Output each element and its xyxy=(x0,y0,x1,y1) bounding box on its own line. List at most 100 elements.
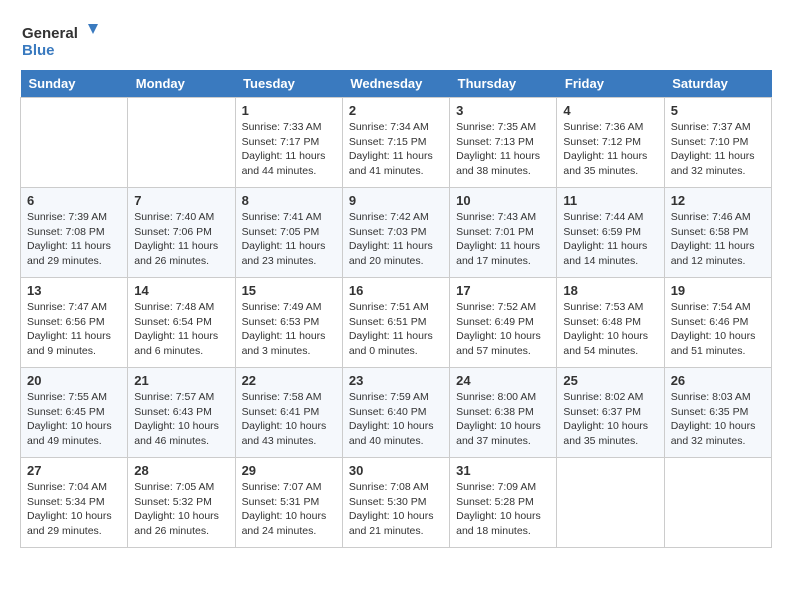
calendar-cell: 19 Sunrise: 7:54 AMSunset: 6:46 PMDayligh… xyxy=(664,278,771,368)
day-number: 11 xyxy=(563,193,657,208)
day-number: 23 xyxy=(349,373,443,388)
cell-info: Sunrise: 7:51 AMSunset: 6:51 PMDaylight:… xyxy=(349,300,443,359)
cell-info: Sunrise: 8:00 AMSunset: 6:38 PMDaylight:… xyxy=(456,390,550,449)
day-number: 14 xyxy=(134,283,228,298)
cell-info: Sunrise: 7:39 AMSunset: 7:08 PMDaylight:… xyxy=(27,210,121,269)
day-number: 8 xyxy=(242,193,336,208)
day-number: 2 xyxy=(349,103,443,118)
header: GeneralBlue xyxy=(20,20,772,60)
day-number: 15 xyxy=(242,283,336,298)
day-number: 29 xyxy=(242,463,336,478)
calendar-cell xyxy=(664,458,771,548)
calendar-cell xyxy=(557,458,664,548)
cell-info: Sunrise: 7:33 AMSunset: 7:17 PMDaylight:… xyxy=(242,120,336,179)
day-number: 5 xyxy=(671,103,765,118)
calendar-cell xyxy=(21,98,128,188)
cell-info: Sunrise: 7:58 AMSunset: 6:41 PMDaylight:… xyxy=(242,390,336,449)
cell-info: Sunrise: 7:53 AMSunset: 6:48 PMDaylight:… xyxy=(563,300,657,359)
calendar-cell: 14 Sunrise: 7:48 AMSunset: 6:54 PMDayligh… xyxy=(128,278,235,368)
cell-info: Sunrise: 7:04 AMSunset: 5:34 PMDaylight:… xyxy=(27,480,121,539)
day-number: 12 xyxy=(671,193,765,208)
cell-info: Sunrise: 7:07 AMSunset: 5:31 PMDaylight:… xyxy=(242,480,336,539)
day-number: 6 xyxy=(27,193,121,208)
cell-info: Sunrise: 7:49 AMSunset: 6:53 PMDaylight:… xyxy=(242,300,336,359)
day-number: 21 xyxy=(134,373,228,388)
col-header-thursday: Thursday xyxy=(450,70,557,98)
cell-info: Sunrise: 7:48 AMSunset: 6:54 PMDaylight:… xyxy=(134,300,228,359)
day-number: 1 xyxy=(242,103,336,118)
calendar-cell: 21 Sunrise: 7:57 AMSunset: 6:43 PMDayligh… xyxy=(128,368,235,458)
cell-info: Sunrise: 7:47 AMSunset: 6:56 PMDaylight:… xyxy=(27,300,121,359)
cell-info: Sunrise: 7:59 AMSunset: 6:40 PMDaylight:… xyxy=(349,390,443,449)
day-number: 3 xyxy=(456,103,550,118)
cell-info: Sunrise: 7:08 AMSunset: 5:30 PMDaylight:… xyxy=(349,480,443,539)
cell-info: Sunrise: 7:35 AMSunset: 7:13 PMDaylight:… xyxy=(456,120,550,179)
svg-text:Blue: Blue xyxy=(22,42,55,59)
calendar-cell: 20 Sunrise: 7:55 AMSunset: 6:45 PMDayligh… xyxy=(21,368,128,458)
day-number: 13 xyxy=(27,283,121,298)
day-number: 25 xyxy=(563,373,657,388)
calendar-cell: 9 Sunrise: 7:42 AMSunset: 7:03 PMDaylight… xyxy=(342,188,449,278)
calendar-cell: 5 Sunrise: 7:37 AMSunset: 7:10 PMDaylight… xyxy=(664,98,771,188)
logo-icon: GeneralBlue xyxy=(20,20,100,60)
calendar-cell: 29 Sunrise: 7:07 AMSunset: 5:31 PMDayligh… xyxy=(235,458,342,548)
calendar-table: SundayMondayTuesdayWednesdayThursdayFrid… xyxy=(20,70,772,548)
calendar-cell: 6 Sunrise: 7:39 AMSunset: 7:08 PMDaylight… xyxy=(21,188,128,278)
col-header-sunday: Sunday xyxy=(21,70,128,98)
calendar-cell: 7Sunrise: 7:40 AMSunset: 7:06 PMDaylight… xyxy=(128,188,235,278)
day-number: 31 xyxy=(456,463,550,478)
calendar-cell: 25 Sunrise: 8:02 AMSunset: 6:37 PMDayligh… xyxy=(557,368,664,458)
cell-info: Sunrise: 7:46 AMSunset: 6:58 PMDaylight:… xyxy=(671,210,765,269)
cell-info: Sunrise: 7:52 AMSunset: 6:49 PMDaylight:… xyxy=(456,300,550,359)
cell-info: Sunrise: 7:34 AMSunset: 7:15 PMDaylight:… xyxy=(349,120,443,179)
cell-info: Sunrise: 7:37 AMSunset: 7:10 PMDaylight:… xyxy=(671,120,765,179)
cell-info: Sunrise: 7:42 AMSunset: 7:03 PMDaylight:… xyxy=(349,210,443,269)
week-row-5: 27 Sunrise: 7:04 AMSunset: 5:34 PMDayligh… xyxy=(21,458,772,548)
day-number: 9 xyxy=(349,193,443,208)
calendar-cell: 24 Sunrise: 8:00 AMSunset: 6:38 PMDayligh… xyxy=(450,368,557,458)
calendar-cell: 10Sunrise: 7:43 AMSunset: 7:01 PMDayligh… xyxy=(450,188,557,278)
calendar-cell: 22Sunrise: 7:58 AMSunset: 6:41 PMDayligh… xyxy=(235,368,342,458)
cell-info: Sunrise: 7:43 AMSunset: 7:01 PMDaylight:… xyxy=(456,210,550,269)
day-number: 18 xyxy=(563,283,657,298)
day-number: 26 xyxy=(671,373,765,388)
day-number: 19 xyxy=(671,283,765,298)
calendar-cell: 28Sunrise: 7:05 AMSunset: 5:32 PMDayligh… xyxy=(128,458,235,548)
calendar-cell: 27 Sunrise: 7:04 AMSunset: 5:34 PMDayligh… xyxy=(21,458,128,548)
col-header-friday: Friday xyxy=(557,70,664,98)
calendar-cell: 23 Sunrise: 7:59 AMSunset: 6:40 PMDayligh… xyxy=(342,368,449,458)
calendar-cell: 3 Sunrise: 7:35 AMSunset: 7:13 PMDaylight… xyxy=(450,98,557,188)
cell-info: Sunrise: 7:44 AMSunset: 6:59 PMDaylight:… xyxy=(563,210,657,269)
cell-info: Sunrise: 7:09 AMSunset: 5:28 PMDaylight:… xyxy=(456,480,550,539)
day-number: 4 xyxy=(563,103,657,118)
day-number: 20 xyxy=(27,373,121,388)
col-header-monday: Monday xyxy=(128,70,235,98)
week-row-2: 6 Sunrise: 7:39 AMSunset: 7:08 PMDaylight… xyxy=(21,188,772,278)
day-number: 17 xyxy=(456,283,550,298)
cell-info: Sunrise: 7:40 AMSunset: 7:06 PMDaylight:… xyxy=(134,210,228,269)
calendar-cell: 15 Sunrise: 7:49 AMSunset: 6:53 PMDayligh… xyxy=(235,278,342,368)
col-header-saturday: Saturday xyxy=(664,70,771,98)
cell-info: Sunrise: 7:55 AMSunset: 6:45 PMDaylight:… xyxy=(27,390,121,449)
cell-info: Sunrise: 7:54 AMSunset: 6:46 PMDaylight:… xyxy=(671,300,765,359)
week-row-4: 20 Sunrise: 7:55 AMSunset: 6:45 PMDayligh… xyxy=(21,368,772,458)
cell-info: Sunrise: 7:57 AMSunset: 6:43 PMDaylight:… xyxy=(134,390,228,449)
calendar-cell: 26 Sunrise: 8:03 AMSunset: 6:35 PMDayligh… xyxy=(664,368,771,458)
cell-info: Sunrise: 8:02 AMSunset: 6:37 PMDaylight:… xyxy=(563,390,657,449)
calendar-cell: 11 Sunrise: 7:44 AMSunset: 6:59 PMDayligh… xyxy=(557,188,664,278)
day-number: 24 xyxy=(456,373,550,388)
svg-text:General: General xyxy=(22,25,78,42)
day-number: 27 xyxy=(27,463,121,478)
calendar-cell: 30 Sunrise: 7:08 AMSunset: 5:30 PMDayligh… xyxy=(342,458,449,548)
week-row-1: 1 Sunrise: 7:33 AMSunset: 7:17 PMDaylight… xyxy=(21,98,772,188)
cell-info: Sunrise: 7:36 AMSunset: 7:12 PMDaylight:… xyxy=(563,120,657,179)
cell-info: Sunrise: 8:03 AMSunset: 6:35 PMDaylight:… xyxy=(671,390,765,449)
week-row-3: 13 Sunrise: 7:47 AMSunset: 6:56 PMDayligh… xyxy=(21,278,772,368)
calendar-cell: 16 Sunrise: 7:51 AMSunset: 6:51 PMDayligh… xyxy=(342,278,449,368)
day-number: 30 xyxy=(349,463,443,478)
calendar-cell: 18 Sunrise: 7:53 AMSunset: 6:48 PMDayligh… xyxy=(557,278,664,368)
calendar-cell: 8Sunrise: 7:41 AMSunset: 7:05 PMDaylight… xyxy=(235,188,342,278)
cell-info: Sunrise: 7:05 AMSunset: 5:32 PMDaylight:… xyxy=(134,480,228,539)
calendar-cell: 1 Sunrise: 7:33 AMSunset: 7:17 PMDaylight… xyxy=(235,98,342,188)
day-number: 16 xyxy=(349,283,443,298)
